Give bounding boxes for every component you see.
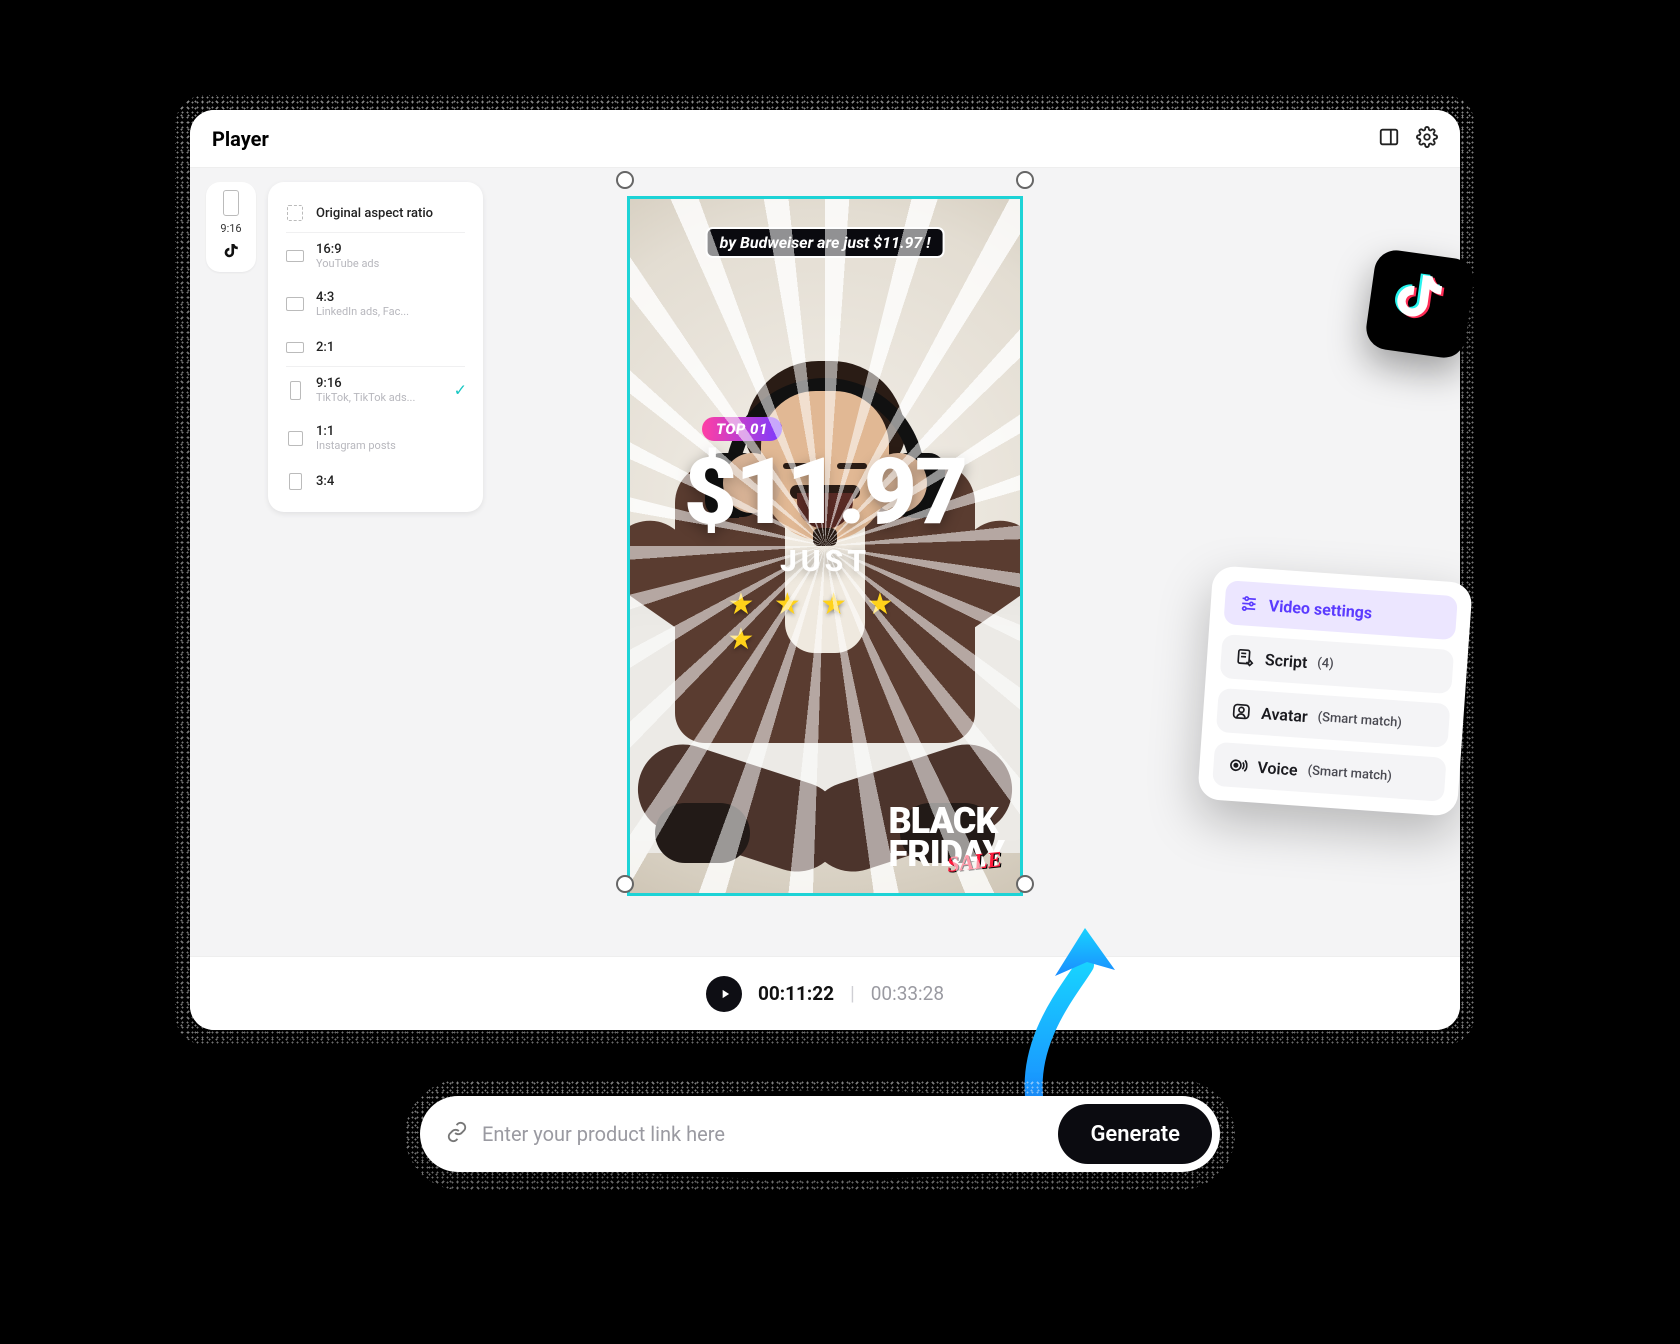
- settings-video[interactable]: Video settings: [1223, 580, 1458, 640]
- settings-label: Voice: [1257, 757, 1298, 779]
- ar-thumb-icon: [286, 429, 304, 447]
- video-preview[interactable]: by Budweiser are just $11.97 ! TOP 01 $1…: [627, 196, 1023, 896]
- header-icon-group: [1378, 126, 1438, 152]
- star-rating: ★ ★ ★ ★ ★: [728, 587, 923, 657]
- settings-card: Video settings Script (4) Avatar (Smart …: [1197, 565, 1473, 817]
- voice-icon: [1227, 755, 1248, 776]
- crop-handle-br[interactable]: [1016, 875, 1034, 893]
- settings-script[interactable]: Script (4): [1220, 634, 1455, 694]
- crop-handle-tr[interactable]: [1016, 171, 1034, 189]
- top-badge: TOP 01: [702, 417, 782, 441]
- ar-label: 4:3: [316, 290, 409, 305]
- generate-bar: Enter your product link here Generate: [420, 1096, 1220, 1172]
- ar-2-1[interactable]: 2:1: [272, 328, 479, 366]
- ar-sub: LinkedIn ads, Fac...: [316, 305, 409, 318]
- price-text: $11.97: [684, 439, 966, 546]
- ar-4-3[interactable]: 4:3 LinkedIn ads, Fac...: [272, 280, 479, 328]
- check-icon: ✓: [454, 381, 467, 400]
- panel-toggle-icon[interactable]: [1378, 126, 1400, 152]
- settings-count: (4): [1317, 655, 1334, 671]
- ar-16-9[interactable]: 16:9 YouTube ads: [272, 232, 479, 280]
- bf-line1: BLACK: [889, 805, 1004, 838]
- aspect-ratio-panel: Original aspect ratio 16:9 YouTube ads 4…: [268, 182, 483, 512]
- time-separator: |: [850, 982, 855, 1005]
- ar-label: 16:9: [316, 242, 379, 257]
- link-icon: [446, 1121, 468, 1147]
- settings-label: Video settings: [1268, 596, 1373, 622]
- ar-thumb-icon: [286, 338, 304, 356]
- settings-avatar[interactable]: Avatar (Smart match): [1216, 688, 1451, 748]
- ar-sub: Instagram posts: [316, 439, 396, 452]
- time-current: 00:11:22: [758, 982, 834, 1005]
- settings-voice[interactable]: Voice (Smart match): [1212, 742, 1447, 802]
- sliders-icon: [1238, 593, 1259, 614]
- ar-label: Original aspect ratio: [316, 206, 433, 221]
- ar-thumb-icon: [286, 204, 304, 222]
- aspect-rail-thumb[interactable]: [223, 190, 239, 216]
- ar-thumb-icon: [286, 295, 304, 313]
- bf-line2: FRIDAY: [889, 838, 1004, 871]
- black-friday-text: BLACK FRIDAY: [889, 805, 1004, 871]
- avatar-icon: [1231, 701, 1252, 722]
- ar-thumb-icon: [286, 247, 304, 265]
- ar-label: 3:4: [316, 474, 334, 489]
- page-title: Player: [212, 127, 269, 151]
- generate-button[interactable]: Generate: [1058, 1104, 1212, 1164]
- aspect-rail: 9:16: [206, 182, 256, 272]
- tiktok-badge: [1364, 248, 1477, 361]
- settings-sub: (Smart match): [1307, 763, 1392, 784]
- ar-sub: YouTube ads: [316, 257, 379, 270]
- ar-sub: TikTok, TikTok ads...: [316, 391, 415, 404]
- just-text: JUST: [780, 544, 870, 579]
- ar-label: 9:16: [316, 376, 415, 391]
- product-link-input[interactable]: Enter your product link here: [482, 1122, 1044, 1146]
- editor-canvas: 9:16 Original aspect ratio 16:9 YouTube …: [190, 168, 1460, 956]
- ar-9-16[interactable]: 9:16 TikTok, TikTok ads... ✓: [272, 366, 479, 414]
- ar-original[interactable]: Original aspect ratio: [272, 194, 479, 232]
- sale-text: SALE: [946, 846, 1003, 878]
- window-header: Player: [190, 110, 1460, 168]
- settings-sub: (Smart match): [1317, 709, 1402, 730]
- ar-thumb-icon: [286, 381, 304, 399]
- ar-label: 2:1: [316, 340, 334, 355]
- gear-icon[interactable]: [1416, 126, 1438, 152]
- play-button[interactable]: [706, 976, 742, 1012]
- playback-bar: 00:11:22 | 00:33:28: [190, 956, 1460, 1030]
- settings-label: Avatar: [1261, 703, 1309, 725]
- aspect-rail-label: 9:16: [220, 222, 241, 235]
- crop-handle-bl[interactable]: [616, 875, 634, 893]
- script-icon: [1234, 647, 1255, 668]
- ar-thumb-icon: [286, 472, 304, 490]
- tiktok-icon[interactable]: [222, 241, 240, 264]
- ar-1-1[interactable]: 1:1 Instagram posts: [272, 414, 479, 462]
- ar-label: 1:1: [316, 424, 396, 439]
- time-duration: 00:33:28: [871, 982, 944, 1005]
- caption-pill: by Budweiser are just $11.97 !: [706, 227, 945, 258]
- settings-label: Script: [1264, 650, 1308, 672]
- ar-3-4[interactable]: 3:4: [272, 462, 479, 500]
- crop-handle-tl[interactable]: [616, 171, 634, 189]
- avatar-illustration: [627, 333, 1023, 893]
